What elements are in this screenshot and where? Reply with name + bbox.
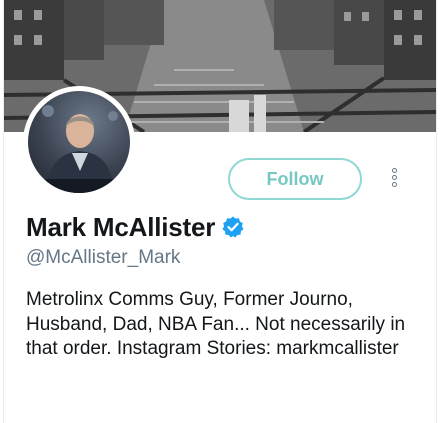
more-dot xyxy=(391,168,397,173)
profile-card: Follow Mark McAllister @McAllister_Mark … xyxy=(3,0,437,423)
more-dot xyxy=(391,182,397,187)
profile-name[interactable]: Mark McAllister xyxy=(26,212,215,243)
profile-handle[interactable]: @McAllister_Mark xyxy=(26,247,180,269)
more-options-icon[interactable] xyxy=(384,168,404,194)
name-row: Mark McAllister xyxy=(26,210,245,244)
profile-bio: Metrolinx Comms Guy, Former Journo, Husb… xyxy=(26,289,406,359)
avatar[interactable] xyxy=(23,86,135,198)
more-dot xyxy=(391,175,397,180)
avatar-image xyxy=(28,91,130,193)
follow-button[interactable]: Follow xyxy=(228,158,362,200)
verified-badge-icon xyxy=(222,216,244,238)
